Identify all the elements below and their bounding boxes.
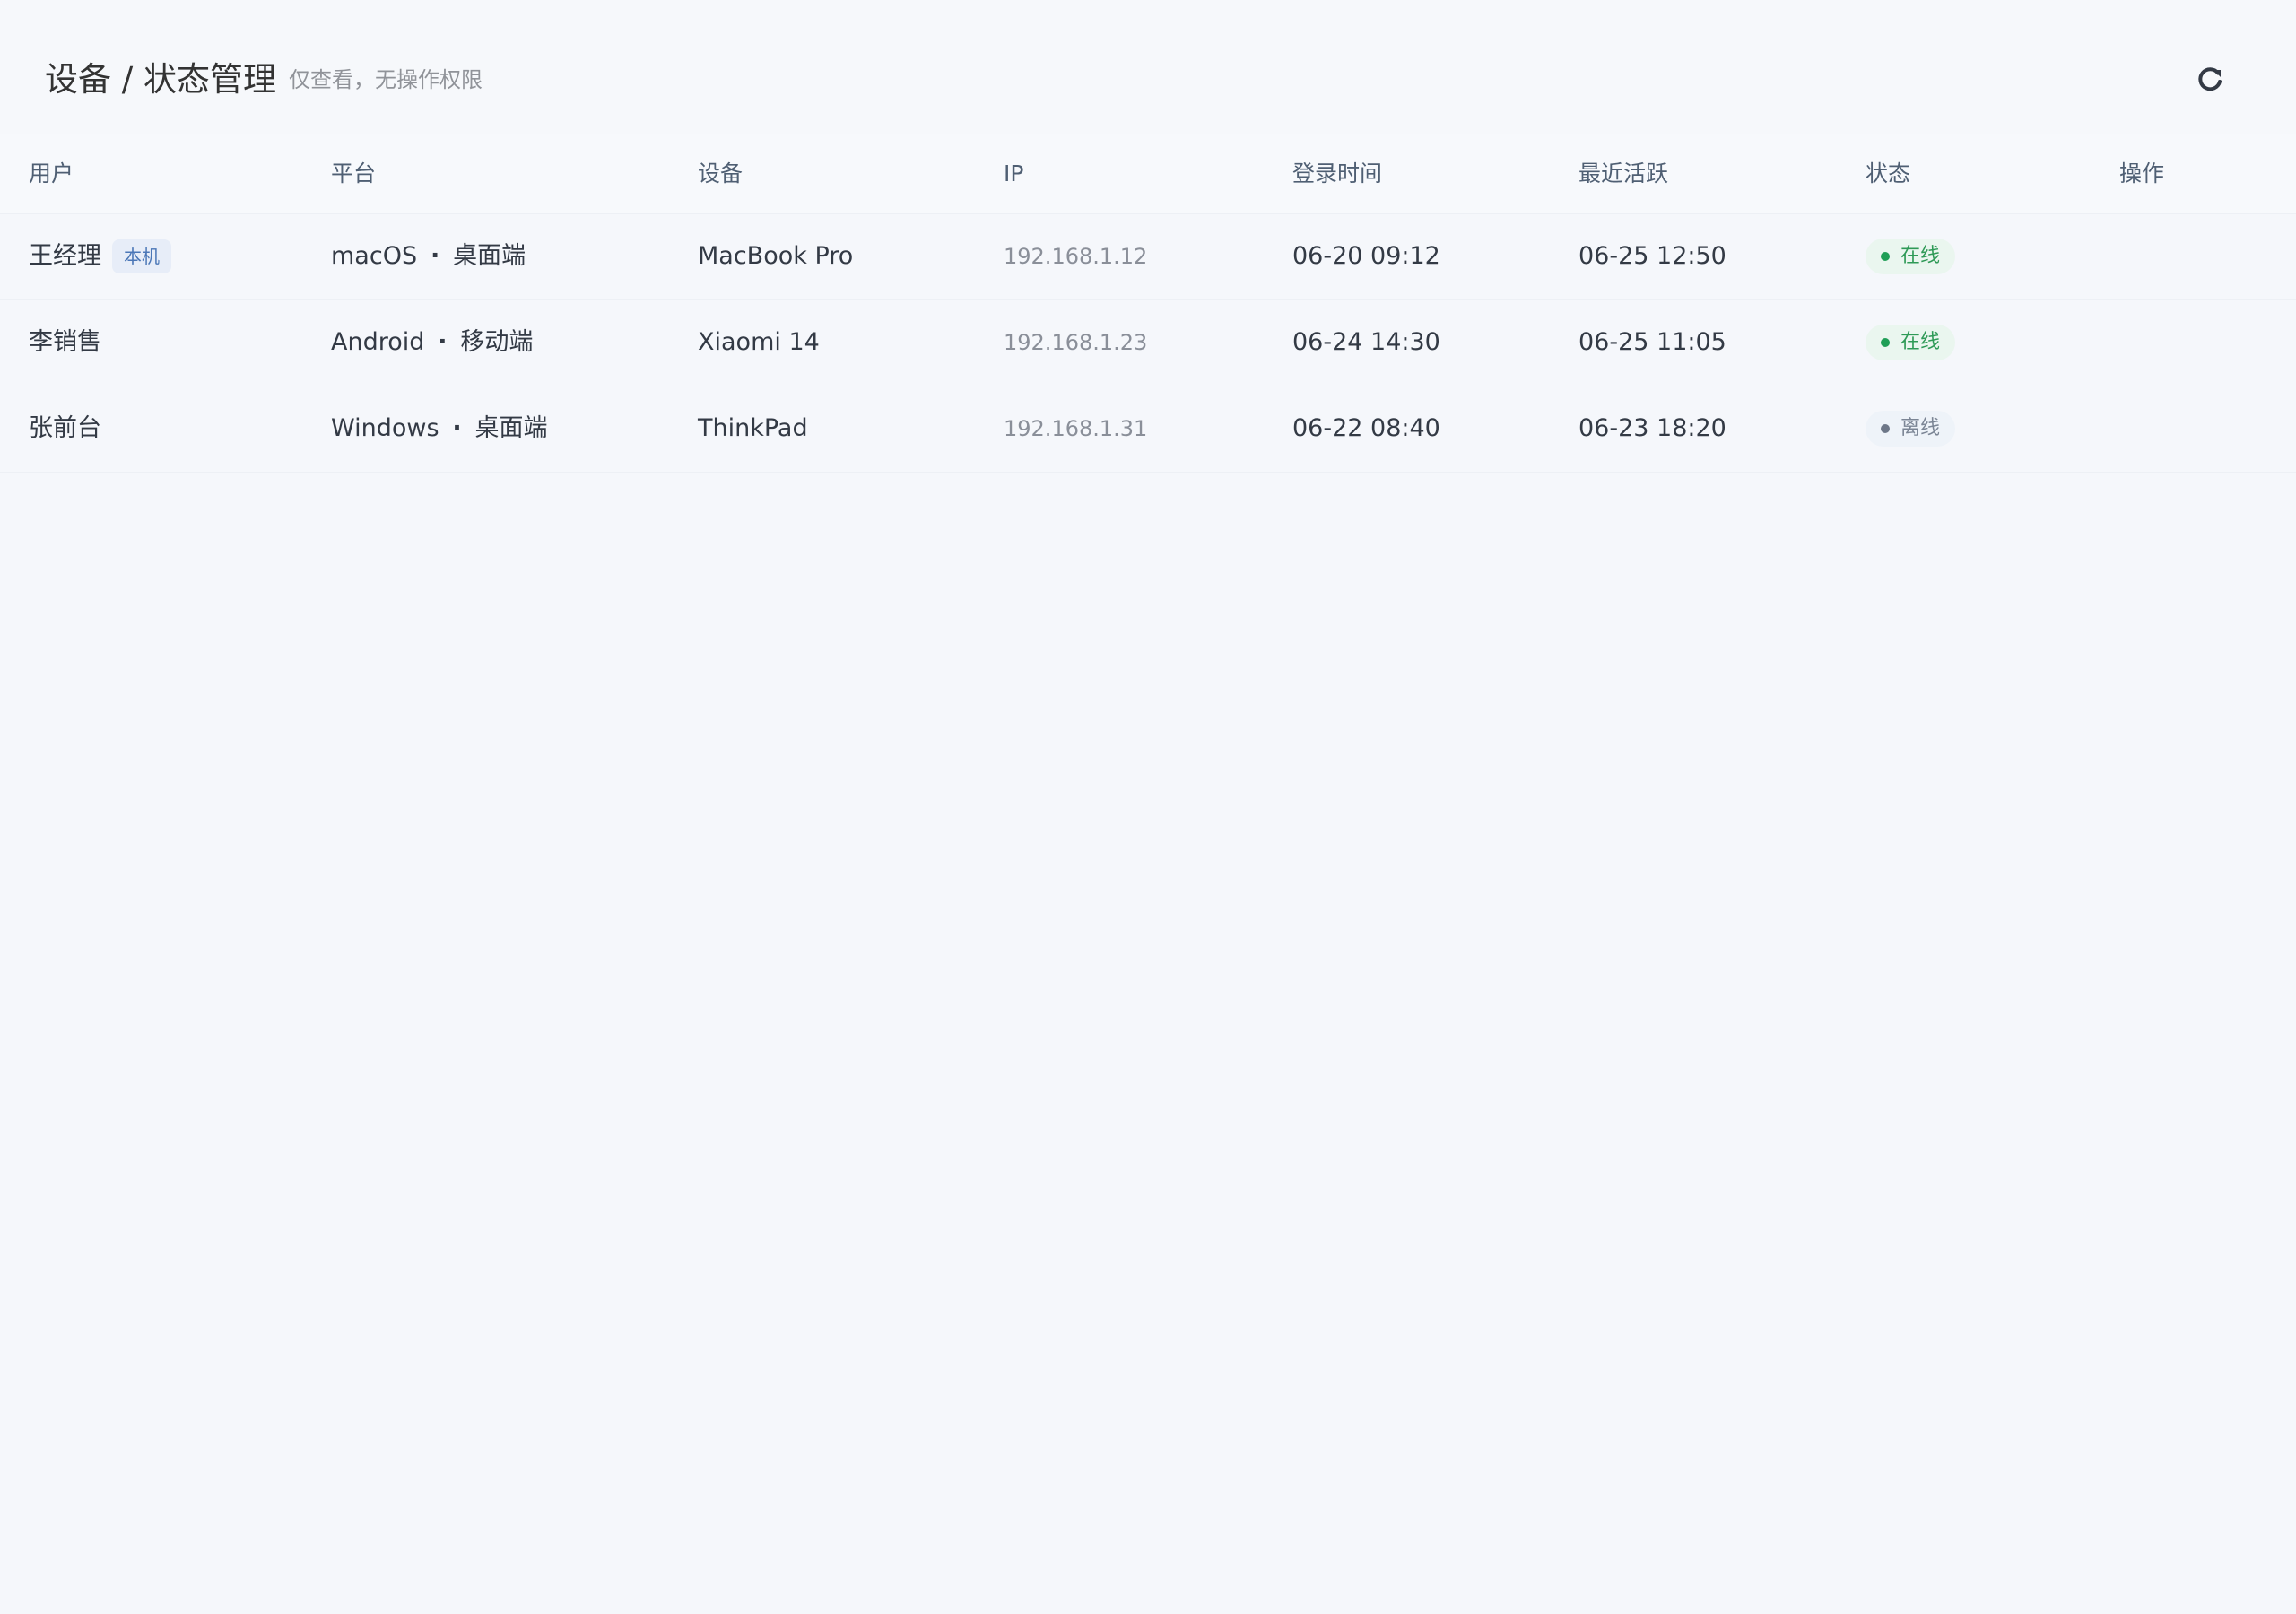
status-badge: 在线 xyxy=(1866,325,1956,360)
status-cell: 在线 xyxy=(1866,238,1956,275)
user-name: 王经理 xyxy=(29,242,101,270)
offline-dot-icon xyxy=(1881,424,1890,433)
status-badge: 离线 xyxy=(1866,411,1956,447)
last-active-cell: 06-25 11:05 xyxy=(1578,328,1726,356)
table-header: 用户 平台 设备 IP 登录时间 最近活跃 状态 操作 xyxy=(0,134,2296,214)
status-badge: 在线 xyxy=(1866,239,1956,274)
platform-name: macOS xyxy=(331,242,418,270)
status-text: 在线 xyxy=(1900,331,1941,353)
ip-cell: 192.168.1.23 xyxy=(1004,330,1148,355)
permission-note: 仅查看，无操作权限 xyxy=(289,67,483,92)
refresh-button[interactable] xyxy=(2192,57,2228,100)
status-text: 在线 xyxy=(1900,245,1941,267)
column-header-platform: 平台 xyxy=(331,161,377,187)
device-table: 王经理 本机 macOS · 桌面端 MacBook Pro 192.168.1… xyxy=(0,214,2296,473)
login-time-cell: 06-24 14:30 xyxy=(1292,328,1440,356)
platform-name: Windows xyxy=(331,414,439,442)
device-cell: Xiaomi 14 xyxy=(698,328,820,356)
login-time-cell: 06-20 09:12 xyxy=(1292,242,1440,270)
online-dot-icon xyxy=(1881,252,1890,261)
platform-cell: Android · 移动端 xyxy=(331,324,533,361)
user-name: 李销售 xyxy=(29,328,101,356)
platform-type: 桌面端 xyxy=(474,414,548,442)
column-header-login-time: 登录时间 xyxy=(1292,161,1383,187)
column-header-ip: IP xyxy=(1004,161,1024,187)
column-header-status: 状态 xyxy=(1866,161,1911,187)
device-cell: ThinkPad xyxy=(698,414,808,442)
platform-type: 移动端 xyxy=(460,328,534,356)
status-cell: 在线 xyxy=(1866,324,1956,361)
status-cell: 离线 xyxy=(1866,410,1956,447)
page-header: 设备 / 状态管理 仅查看，无操作权限 xyxy=(0,0,2296,134)
ip-cell: 192.168.1.31 xyxy=(1004,416,1148,441)
platform-name: Android xyxy=(331,328,425,356)
column-header-actions: 操作 xyxy=(2119,161,2165,187)
table-row: 张前台 Windows · 桌面端 ThinkPad 192.168.1.31 … xyxy=(0,386,2296,473)
page-title: 设备 / 状态管理 xyxy=(45,60,276,99)
user-cell: 王经理 本机 xyxy=(29,238,171,275)
user-cell: 张前台 xyxy=(29,410,101,447)
online-dot-icon xyxy=(1881,338,1890,347)
platform-cell: macOS · 桌面端 xyxy=(331,238,526,275)
table-row: 王经理 本机 macOS · 桌面端 MacBook Pro 192.168.1… xyxy=(0,214,2296,300)
separator-dot-icon: · xyxy=(430,242,440,270)
last-active-cell: 06-23 18:20 xyxy=(1578,414,1726,442)
platform-type: 桌面端 xyxy=(453,242,526,270)
separator-dot-icon: · xyxy=(438,328,448,356)
user-name: 张前台 xyxy=(29,414,101,442)
login-time-cell: 06-22 08:40 xyxy=(1292,414,1440,442)
status-text: 离线 xyxy=(1900,417,1941,439)
last-active-cell: 06-25 12:50 xyxy=(1578,242,1726,270)
column-header-user: 用户 xyxy=(29,161,74,187)
user-cell: 李销售 xyxy=(29,324,101,361)
column-header-last-active: 最近活跃 xyxy=(1578,161,1669,187)
table-row: 李销售 Android · 移动端 Xiaomi 14 192.168.1.23… xyxy=(0,300,2296,386)
column-header-device: 设备 xyxy=(698,161,744,187)
platform-cell: Windows · 桌面端 xyxy=(331,410,548,447)
device-cell: MacBook Pro xyxy=(698,242,854,270)
local-device-badge: 本机 xyxy=(112,239,171,273)
separator-dot-icon: · xyxy=(452,414,462,442)
ip-cell: 192.168.1.12 xyxy=(1004,244,1148,269)
refresh-icon xyxy=(2198,67,2222,91)
